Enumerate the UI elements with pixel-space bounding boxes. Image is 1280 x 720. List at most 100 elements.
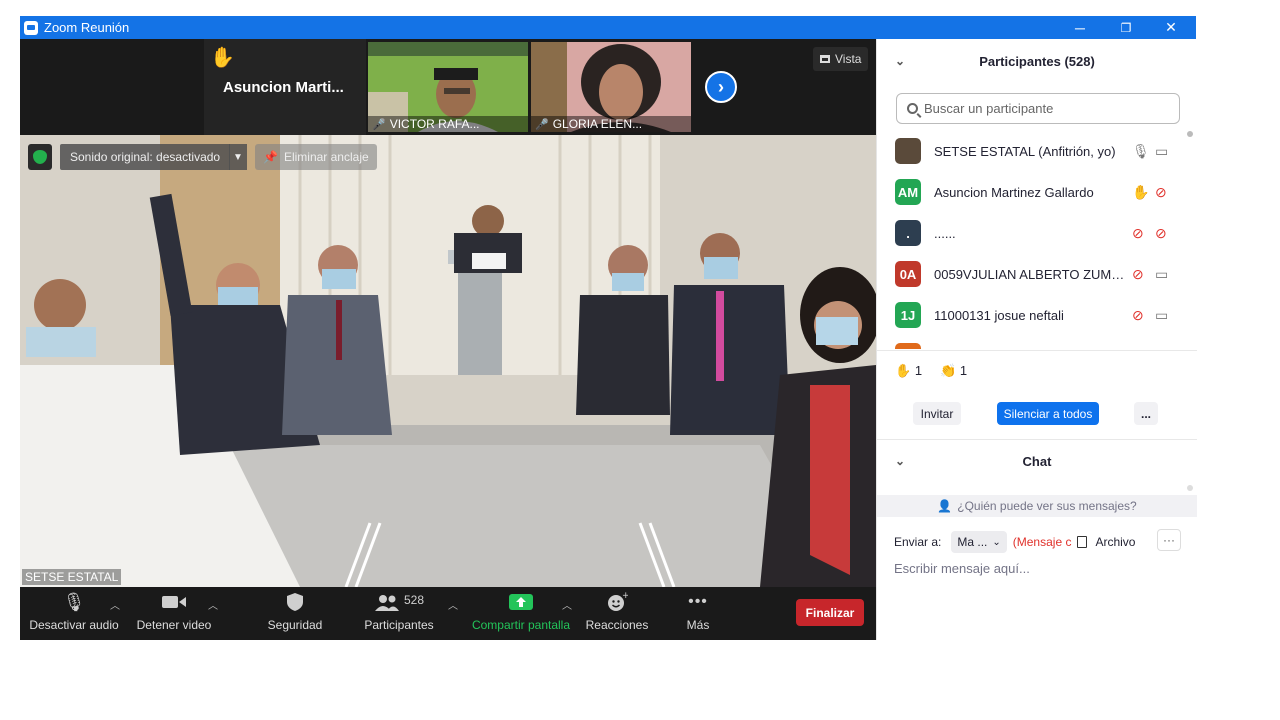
- original-sound-status[interactable]: Sonido original: desactivado: [60, 144, 231, 170]
- more-label: Más: [686, 618, 710, 632]
- participants-header: ⌄ Participantes (528): [877, 39, 1197, 83]
- share-options-caret[interactable]: ︿: [562, 597, 572, 612]
- avatar: .: [895, 220, 921, 246]
- clap-count: 👏 1: [940, 363, 967, 379]
- divider: [877, 350, 1197, 351]
- reactions-button[interactable]: + Reacciones: [582, 587, 652, 640]
- mic-muted-icon[interactable]: ⊘: [1132, 307, 1144, 324]
- send-to-row: Enviar a: Ma ... ⌄ (Mensaje c Archivo: [894, 531, 1194, 553]
- participant-search-input[interactable]: Buscar un participante: [896, 93, 1180, 124]
- camera-icon[interactable]: ▭: [1155, 143, 1168, 160]
- security-button[interactable]: Seguridad: [260, 587, 330, 640]
- share-screen-icon: [509, 587, 533, 617]
- chat-more-button[interactable]: ···: [1157, 529, 1181, 551]
- divider: [877, 439, 1197, 440]
- video-thumbnail[interactable]: 🎤 GLORIA ELEN...: [531, 42, 691, 132]
- zoom-logo-icon: [24, 20, 38, 35]
- participants-icon: 528: [374, 587, 424, 617]
- mic-muted-icon[interactable]: ⊘: [1132, 225, 1144, 242]
- unpin-button[interactable]: 📌 Eliminar anclaje: [255, 144, 377, 170]
- participant-list-scrollbar[interactable]: [1187, 131, 1193, 349]
- participant-name: SETSE ESTATAL (Anfitrión, yo): [934, 143, 1116, 159]
- reactions-label: Reacciones: [585, 618, 649, 632]
- view-button[interactable]: Vista: [813, 47, 869, 71]
- participant-row[interactable]: 0A 0059VJULIAN ALBERTO ZUMAYA... ⊘ ▭: [877, 254, 1177, 294]
- view-label: Vista: [835, 52, 862, 66]
- microphone-icon: 🎙: [62, 591, 86, 612]
- clap-count-value: 1: [959, 363, 968, 378]
- recipient-dropdown[interactable]: Ma ... ⌄: [951, 531, 1007, 553]
- original-sound-dropdown[interactable]: ▼: [229, 144, 247, 170]
- more-button[interactable]: ••• Más: [674, 587, 722, 640]
- thumbnail-name: VICTOR RAFA...: [389, 117, 480, 131]
- clap-icon: 👏: [940, 363, 957, 378]
- video-options-caret[interactable]: ︿: [208, 597, 218, 612]
- collapse-chevron-icon[interactable]: ⌄: [895, 54, 905, 68]
- title-bar: Zoom Reunión ─ ❐ ✕: [20, 16, 1196, 39]
- security-label: Seguridad: [267, 618, 323, 632]
- avatar: [895, 343, 921, 349]
- camera-off-icon[interactable]: ⊘: [1155, 225, 1167, 242]
- chat-scrollbar[interactable]: [1187, 485, 1193, 491]
- invite-button[interactable]: Invitar: [913, 402, 961, 425]
- camera-icon: [161, 587, 187, 617]
- participant-row[interactable]: [877, 336, 1177, 349]
- participant-row[interactable]: SETSE ESTATAL (Anfitrión, yo) 🎙 ▭: [877, 131, 1177, 171]
- caret-down-icon: ▼: [233, 151, 243, 163]
- zoom-window: Zoom Reunión ─ ❐ ✕ ✋ Asuncion Marti... 🎤…: [20, 16, 1197, 640]
- file-icon: [1077, 536, 1088, 548]
- avatar: AM: [895, 179, 921, 205]
- raised-hand-icon: ✋: [210, 47, 235, 69]
- search-placeholder: Buscar un participante: [924, 101, 1054, 116]
- file-label: Archivo: [1095, 535, 1136, 549]
- collapse-chevron-icon[interactable]: ⌄: [895, 454, 905, 468]
- participant-name: ......: [934, 225, 956, 241]
- minimize-button[interactable]: ─: [1057, 16, 1103, 39]
- raised-hand-icon: ✋: [895, 363, 912, 378]
- pin-icon: 📌: [263, 150, 278, 164]
- participants-more-button[interactable]: ...: [1134, 402, 1158, 425]
- share-screen-button[interactable]: Compartir pantalla: [470, 587, 572, 640]
- end-meeting-button[interactable]: Finalizar: [796, 599, 864, 626]
- speaker-name-label: SETSE ESTATAL: [22, 569, 122, 585]
- who-can-see-messages[interactable]: 👤 ¿Quién puede ver sus mensajes?: [877, 495, 1197, 517]
- raised-hand-tile[interactable]: ✋ Asuncion Marti...: [204, 39, 366, 135]
- participants-count: 528: [403, 593, 425, 607]
- microphone-icon[interactable]: 🎙: [1132, 143, 1150, 160]
- participants-button[interactable]: 528 Participantes: [360, 587, 438, 640]
- stop-video-label: Detener video: [136, 618, 212, 632]
- participant-row[interactable]: . ...... ⊘ ⊘: [877, 213, 1177, 253]
- shield-icon: [286, 587, 304, 617]
- video-thumbnail[interactable]: 🎤 VICTOR RAFA...: [368, 42, 528, 132]
- avatar: 0A: [895, 261, 921, 287]
- participant-row[interactable]: 1J 11000131 josue neftali ⊘ ▭: [877, 295, 1177, 335]
- chat-message-input[interactable]: Escribir mensaje aquí...: [894, 561, 1030, 576]
- mic-muted-icon[interactable]: ⊘: [1132, 266, 1144, 283]
- participants-options-caret[interactable]: ︿: [448, 597, 458, 612]
- share-screen-label: Compartir pantalla: [471, 618, 571, 632]
- camera-icon[interactable]: ▭: [1155, 266, 1168, 283]
- thumbnail-strip: ✋ Asuncion Marti... 🎤 VICTOR RAFA... 🎤 G…: [20, 39, 876, 135]
- camera-icon[interactable]: ▭: [1155, 307, 1168, 324]
- raised-hand-count: ✋ 1: [895, 363, 922, 379]
- restore-button[interactable]: ❐: [1103, 16, 1149, 39]
- who-can-see-label: ¿Quién puede ver sus mensajes?: [957, 499, 1137, 513]
- participant-row[interactable]: AM Asuncion Martinez Gallardo ✋ ⊘: [877, 172, 1177, 212]
- side-panel: ⌄ Participantes (528) Buscar un particip…: [876, 39, 1197, 640]
- mic-muted-icon: 🎤: [535, 118, 549, 131]
- more-dots-icon: •••: [688, 593, 708, 610]
- mute-all-button[interactable]: Silenciar a todos: [997, 402, 1099, 425]
- file-button[interactable]: Archivo: [1077, 535, 1135, 549]
- participant-list: SETSE ESTATAL (Anfitrión, yo) 🎙 ▭ AM Asu…: [877, 131, 1177, 349]
- stop-video-button[interactable]: Detener video: [136, 587, 212, 640]
- mute-audio-button[interactable]: 🎙 Desactivar audio: [29, 587, 118, 640]
- avatar: [895, 138, 921, 164]
- camera-off-icon[interactable]: ⊘: [1155, 184, 1167, 201]
- participants-label: Participantes: [364, 618, 434, 632]
- raised-hand-icon: ✋: [1132, 183, 1150, 200]
- next-page-button[interactable]: ›: [705, 71, 737, 103]
- person-lock-icon: 👤: [937, 499, 953, 513]
- encryption-shield-icon[interactable]: [28, 144, 52, 170]
- close-button[interactable]: ✕: [1148, 16, 1194, 39]
- audio-options-caret[interactable]: ︿: [110, 597, 120, 612]
